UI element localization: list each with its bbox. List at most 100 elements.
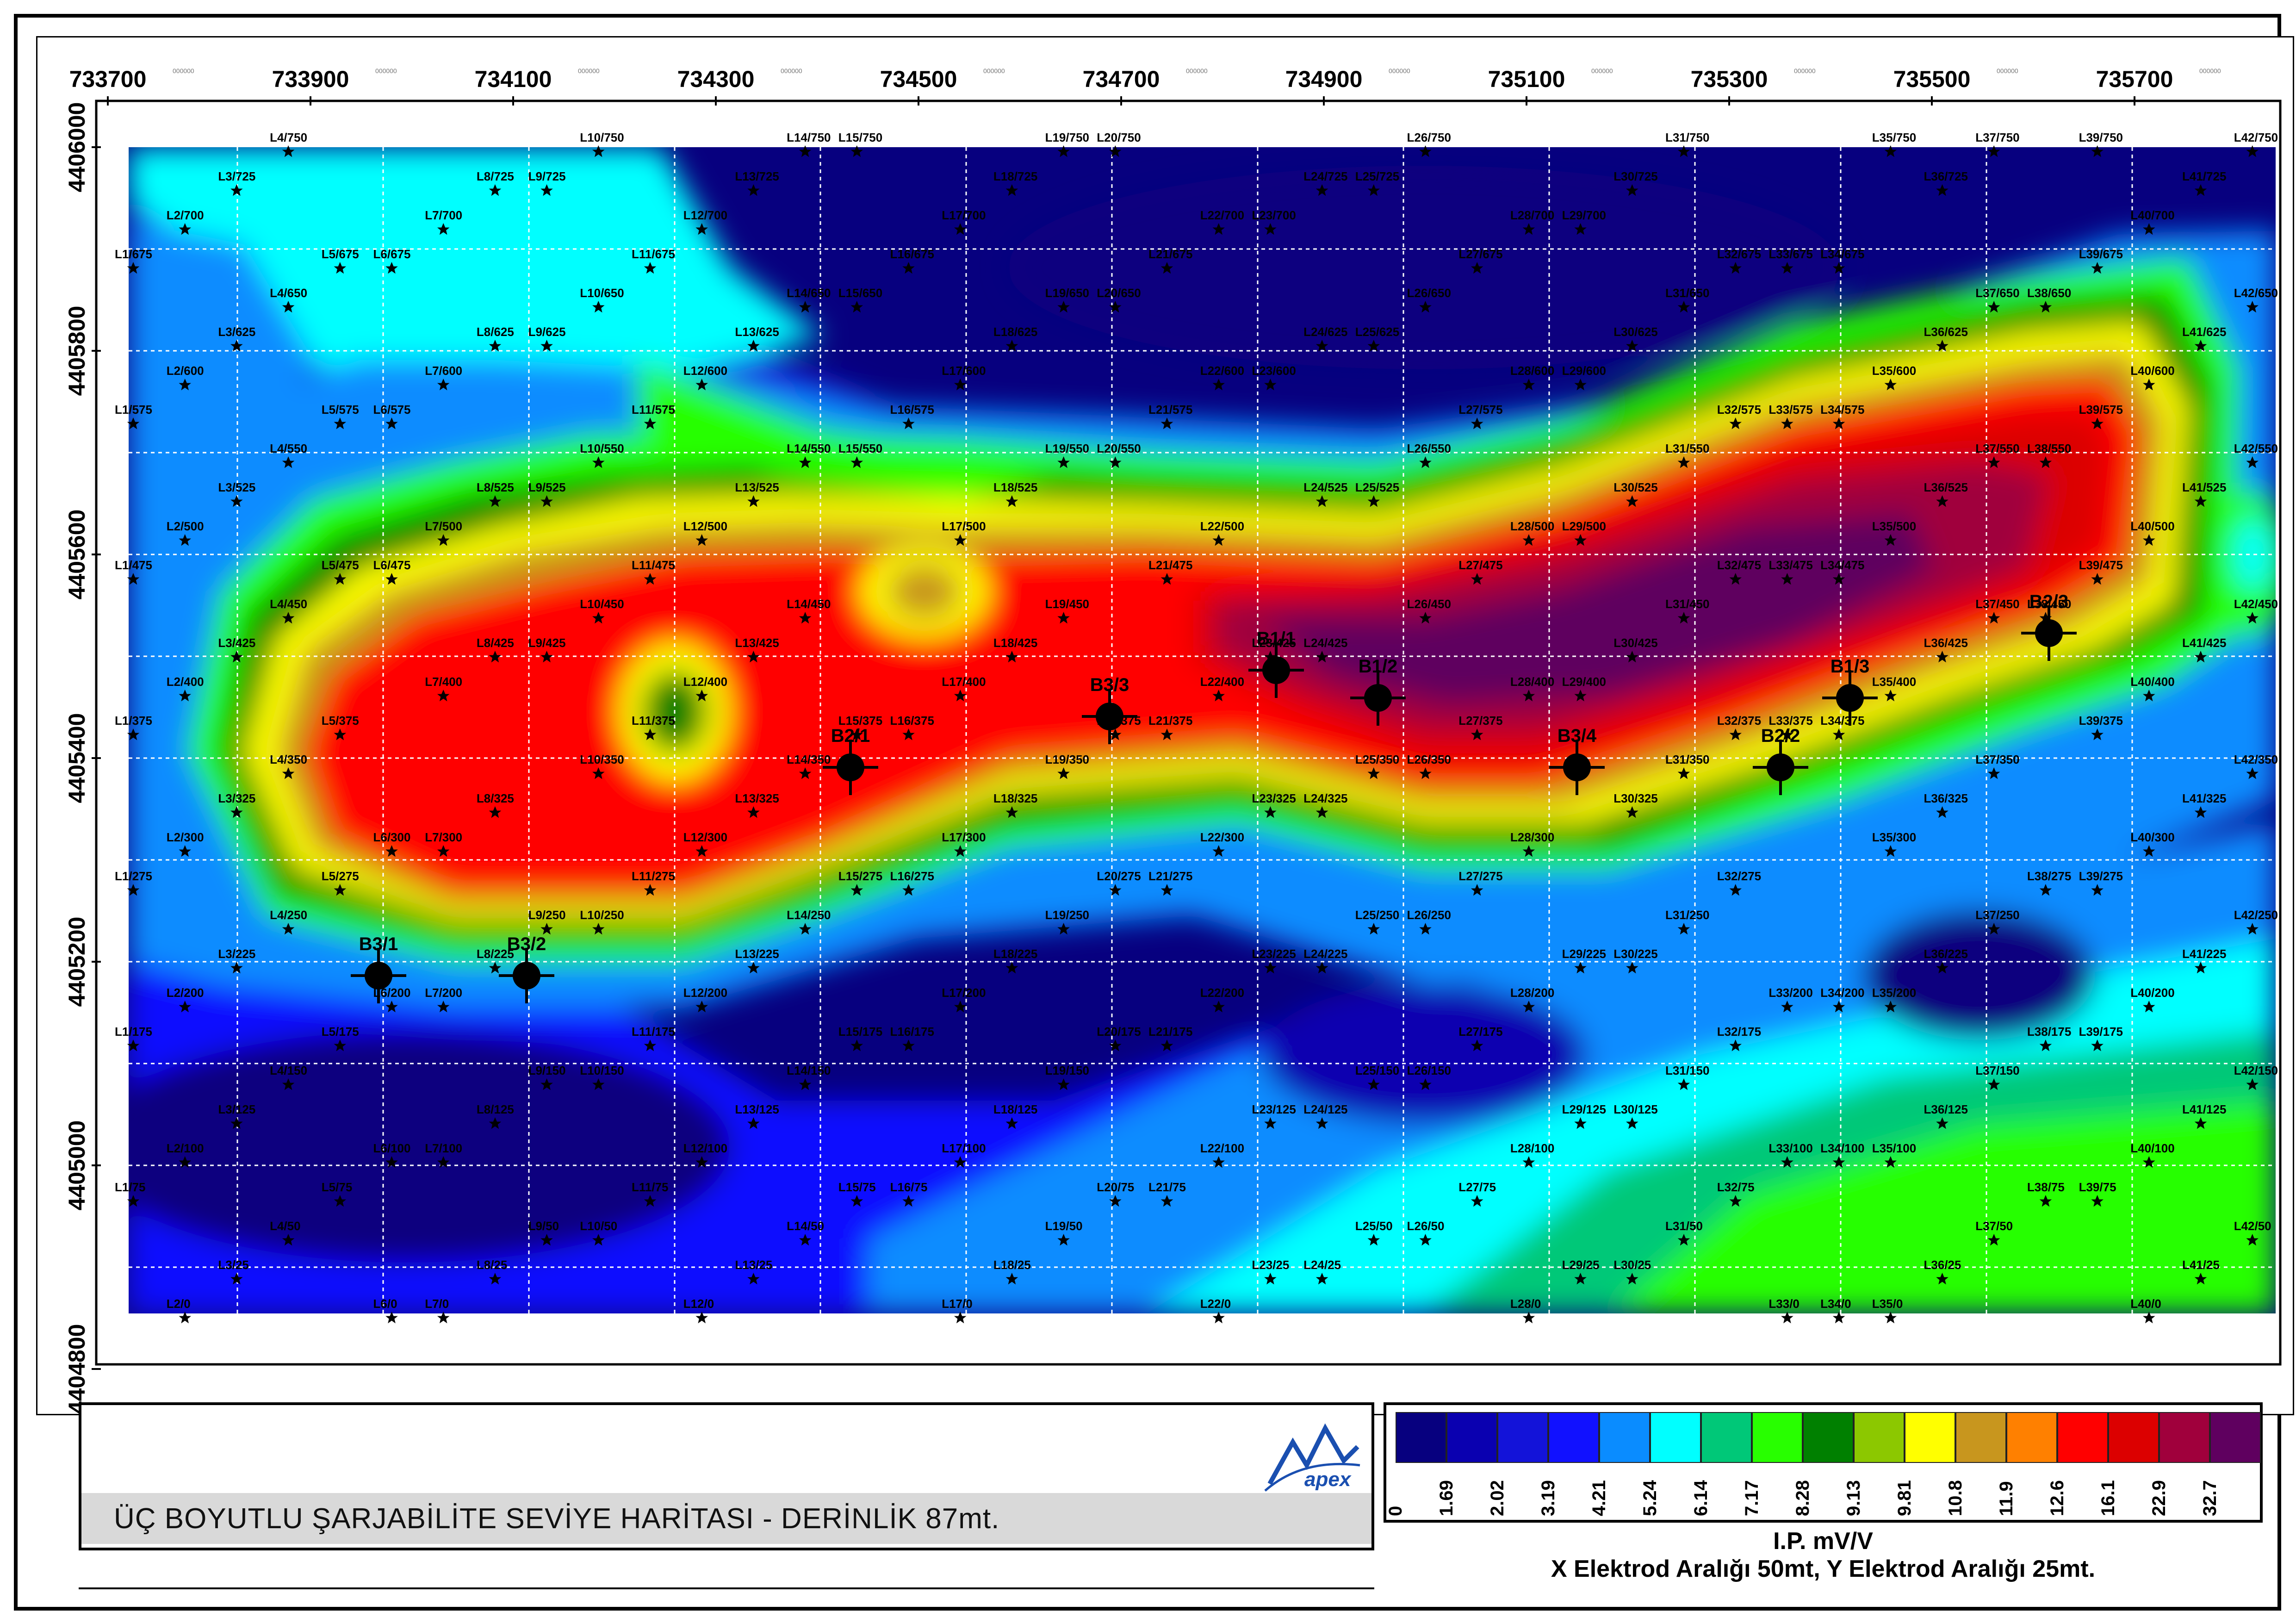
station-label: L9/250 [528,908,566,922]
legend-value-label: 9.81 [1894,1480,1915,1516]
station-label: L38/75 [2027,1180,2065,1194]
map-sheet: 733700 000000 733900 000000 734100 000000 7343… [14,14,2294,1611]
station-label: L8/325 [477,791,514,805]
legend-value-label: 16.1 [2098,1480,2118,1516]
station-label: L4/50 [270,1219,301,1233]
station-label: L15/650 [838,286,882,300]
station-label: L33/675 [1769,247,1812,261]
station-label: L8/425 [477,636,514,650]
x-tick-sublabel: 000000 [1186,67,1208,75]
station-label: L18/25 [993,1258,1031,1272]
x-tick-sublabel: 000000 [1389,67,1410,75]
station-label: L29/700 [1562,208,1606,222]
x-tick-sublabel: 000000 [578,67,600,75]
legend-value-label: 3.19 [1538,1480,1558,1516]
y-tick-label: 4404800 [64,1324,90,1414]
station-label: L33/100 [1769,1141,1812,1155]
station-label: L16/75 [890,1180,928,1194]
station-label: L25/725 [1355,169,1399,183]
station-label: L20/175 [1097,1025,1141,1039]
station-label: L3/25 [218,1258,249,1272]
legend-value-label: 10.8 [1945,1480,1966,1516]
station-label: L3/125 [218,1102,255,1116]
borehole-label: B1/1 [1257,628,1296,649]
station-label: L40/600 [2130,364,2174,378]
station-label: L38/650 [2027,286,2071,300]
station-label: L20/275 [1097,869,1141,883]
legend-swatch [2006,1412,2057,1463]
station-label: L30/625 [1613,325,1657,339]
station-label: L18/225 [993,947,1037,961]
station-label: L34/100 [1820,1141,1864,1155]
station-label: L27/75 [1458,1180,1496,1194]
station-label: L35/600 [1872,364,1916,378]
y-tick-label: 4406000 [64,102,90,193]
borehole-label: B2/1 [831,726,870,746]
station-label: L29/225 [1562,947,1606,961]
station-label: L31/750 [1665,131,1709,144]
station-label: L12/200 [683,986,727,1000]
borehole-label: B3/3 [1090,675,1129,695]
station-label: L35/300 [1872,830,1916,844]
station-label: L24/525 [1303,480,1347,494]
station-label: L31/350 [1665,753,1709,766]
station-label: L13/625 [735,325,779,339]
legend-swatch [1803,1412,1854,1463]
station-label: L17/700 [942,208,986,222]
station-label: L3/325 [218,791,255,805]
station-label: L6/575 [373,403,411,417]
station-label: L25/250 [1355,908,1399,922]
station-label: L2/500 [167,519,204,533]
station-label: L42/350 [2234,753,2278,766]
station-label: L42/50 [2234,1219,2271,1233]
x-tick-label: 734700 [1083,66,1160,92]
station-label: L34/375 [1820,714,1864,728]
station-label: L3/525 [218,480,255,494]
station-label: L6/0 [373,1297,397,1311]
station-label: L38/175 [2027,1025,2071,1039]
station-label: L21/75 [1148,1180,1186,1194]
station-label: L41/325 [2182,791,2226,805]
station-label: L37/50 [1975,1219,2013,1233]
station-label: L25/150 [1355,1064,1399,1077]
station-label: L10/450 [580,597,624,611]
station-label: L19/450 [1045,597,1089,611]
station-label: L31/250 [1665,908,1709,922]
station-label: L33/200 [1769,986,1812,1000]
station-label: L24/325 [1303,791,1347,805]
station-label: L30/225 [1613,947,1657,961]
station-label: L1/275 [115,869,152,883]
station-label: L14/250 [787,908,831,922]
station-label: L23/700 [1252,208,1296,222]
logo-text: apex [1304,1468,1352,1491]
station-label: L7/200 [425,986,462,1000]
station-label: L17/500 [942,519,986,533]
station-label: L24/125 [1303,1102,1347,1116]
station-label: L39/750 [2079,131,2123,144]
x-tick-sublabel: 000000 [375,67,397,75]
station-label: L22/200 [1200,986,1244,1000]
station-label: L7/300 [425,830,462,844]
station-label: L11/475 [632,558,675,572]
station-label: L22/700 [1200,208,1244,222]
station-label: L22/600 [1200,364,1244,378]
x-tick-label: 735100 [1488,66,1565,92]
legend-value-label: 7.17 [1742,1480,1762,1516]
station-label: L11/275 [632,869,675,883]
legend-value-label: 6.14 [1691,1480,1711,1516]
station-label: L16/375 [890,714,934,728]
station-label: L8/125 [477,1102,514,1116]
station-label: L32/175 [1717,1025,1761,1039]
x-tick-label: 733700 [69,66,147,92]
station-label: L21/675 [1148,247,1192,261]
station-label: L39/675 [2079,247,2123,261]
station-label: L18/125 [993,1102,1037,1116]
station-label: L26/350 [1407,753,1451,766]
legend-value-label: 5.24 [1640,1480,1660,1516]
station-label: L7/400 [425,675,462,689]
station-label: L2/700 [167,208,204,222]
station-label: L29/500 [1562,519,1606,533]
legend-swatch [1497,1412,1548,1463]
station-label: L32/675 [1717,247,1761,261]
station-label: L29/600 [1562,364,1606,378]
